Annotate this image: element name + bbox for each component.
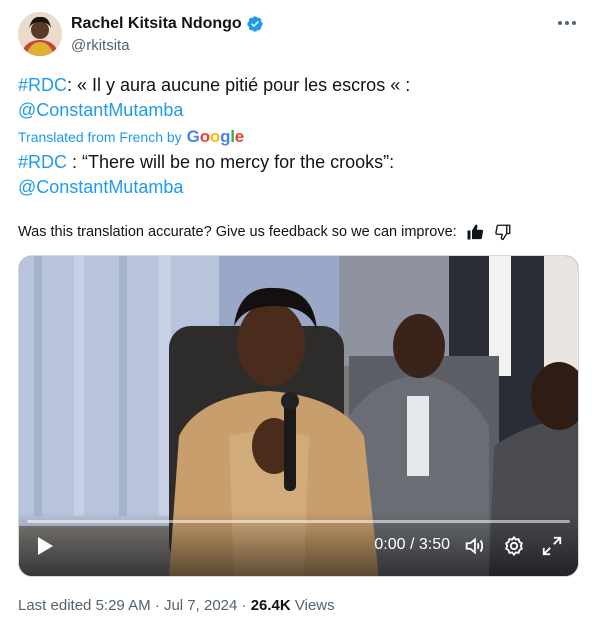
author-handle[interactable]: @rkitsita bbox=[71, 37, 264, 54]
hashtag-link[interactable]: #RDC bbox=[18, 152, 67, 172]
fullscreen-icon[interactable] bbox=[540, 534, 564, 558]
translated-text: #RDC : “There will be no mercy for the c… bbox=[18, 150, 578, 200]
thumbs-up-icon[interactable] bbox=[465, 222, 485, 242]
meta-separator: · bbox=[241, 597, 247, 614]
post-meta: Last edited 5:29 AM · Jul 7, 2024 · 26.4… bbox=[18, 597, 335, 614]
post-time[interactable]: 5:29 AM bbox=[96, 597, 151, 614]
views-label[interactable]: Views bbox=[295, 597, 335, 614]
verified-badge-icon[interactable] bbox=[246, 15, 264, 33]
post-date[interactable]: Jul 7, 2024 bbox=[164, 597, 237, 614]
more-icon[interactable] bbox=[556, 14, 578, 32]
meta-separator: · bbox=[154, 597, 160, 614]
google-logo: Google bbox=[186, 127, 245, 146]
feedback-prompt: Was this translation accurate? Give us f… bbox=[18, 224, 457, 240]
video-player[interactable]: 0:00 / 3:50 bbox=[18, 255, 579, 577]
translation-feedback: Was this translation accurate? Give us f… bbox=[18, 222, 513, 242]
play-icon[interactable] bbox=[33, 534, 57, 558]
post-header: Rachel Kitsita Ndongo @rkitsita bbox=[18, 10, 580, 60]
volume-icon[interactable] bbox=[462, 534, 486, 558]
views-count[interactable]: 26.4K bbox=[251, 597, 291, 614]
mention-link[interactable]: @ConstantMutamba bbox=[18, 100, 183, 120]
thumbs-down-icon[interactable] bbox=[493, 222, 513, 242]
original-quote: : « Il y aura aucune pitié pour les escr… bbox=[67, 75, 411, 95]
translation-attribution[interactable]: Translated from French by Google bbox=[18, 127, 244, 147]
progress-bar[interactable] bbox=[27, 520, 570, 523]
translated-quote: : “There will be no mercy for the crooks… bbox=[67, 152, 395, 172]
author-name[interactable]: Rachel Kitsita Ndongo bbox=[71, 15, 242, 33]
video-time: 0:00 / 3:50 bbox=[374, 536, 450, 553]
original-text: #RDC: « Il y aura aucune pitié pour les … bbox=[18, 73, 578, 123]
avatar[interactable] bbox=[18, 12, 62, 56]
settings-icon[interactable] bbox=[502, 534, 526, 558]
edited-label[interactable]: Last edited bbox=[18, 597, 91, 614]
hashtag-link[interactable]: #RDC bbox=[18, 75, 67, 95]
mention-link[interactable]: @ConstantMutamba bbox=[18, 177, 183, 197]
translated-from-label: Translated from French by bbox=[18, 129, 182, 145]
video-controls: 0:00 / 3:50 bbox=[19, 512, 578, 576]
